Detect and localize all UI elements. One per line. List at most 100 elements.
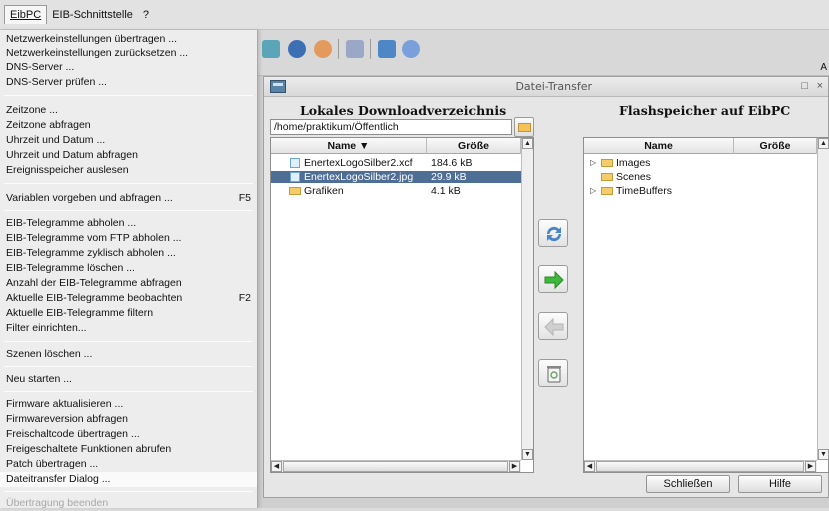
scroll-left-icon[interactable]: ◀ bbox=[584, 461, 595, 472]
menu-item-freigeschaltete-funktionen[interactable]: Freigeschaltete Funktionen abrufen bbox=[0, 442, 257, 457]
close-icon[interactable]: × bbox=[817, 80, 823, 92]
maximize-icon[interactable]: □ bbox=[801, 80, 808, 92]
info-icon[interactable] bbox=[288, 40, 306, 58]
menu-item-zeitzone[interactable]: Zeitzone ... bbox=[0, 103, 257, 118]
file-icon bbox=[290, 158, 300, 168]
list-item[interactable]: EnertexLogoSilber2.xcf 184.6 kB bbox=[271, 157, 521, 169]
tree-item[interactable]: ▷ Images bbox=[584, 157, 817, 169]
menu-item-netz-uebertragen[interactable]: Netzwerkeinstellungen übertragen ... bbox=[0, 32, 257, 47]
folder-name: Grafiken bbox=[304, 185, 344, 197]
transfer-right-button[interactable] bbox=[538, 265, 568, 293]
menu-item-label: Uhrzeit und Datum ... bbox=[6, 134, 106, 146]
column-header-name[interactable]: Name ▼ bbox=[271, 138, 427, 154]
tree-item[interactable]: ▷ TimeBuffers bbox=[584, 185, 817, 197]
menu-separator bbox=[4, 341, 253, 342]
folder-icon bbox=[289, 187, 301, 195]
menu-item-variablen[interactable]: Variablen vorgeben und abfragen ... F5 bbox=[0, 191, 257, 206]
menu-separator bbox=[4, 95, 253, 96]
refresh-button[interactable] bbox=[538, 219, 568, 247]
scroll-left-icon[interactable]: ◀ bbox=[271, 461, 282, 472]
scroll-thumb[interactable] bbox=[283, 461, 508, 472]
local-list-header: Name ▼ Größe bbox=[271, 138, 521, 154]
folder-open-icon bbox=[518, 123, 531, 132]
menu-item-filter-einrichten[interactable]: Filter einrichten... bbox=[0, 321, 257, 336]
menu-item-zeitzone-abfragen[interactable]: Zeitzone abfragen bbox=[0, 118, 257, 133]
menu-item-telegramme-beobachten[interactable]: Aktuelle EIB-Telegramme beobachten F2 bbox=[0, 291, 257, 306]
menu-item-telegramme-loeschen[interactable]: EIB-Telegramme löschen ... bbox=[0, 261, 257, 276]
menu-item-neu-starten[interactable]: Neu starten ... bbox=[0, 372, 257, 387]
dialog-titlebar[interactable]: Datei-Transfer □ × bbox=[264, 77, 828, 97]
menu-item-telegramme-filtern[interactable]: Aktuelle EIB-Telegramme filtern bbox=[0, 306, 257, 321]
scroll-down-icon[interactable]: ▼ bbox=[818, 449, 829, 460]
settings-icon[interactable] bbox=[314, 40, 332, 58]
list-item[interactable]: Grafiken 4.1 kB bbox=[271, 185, 521, 197]
scroll-right-icon[interactable]: ▶ bbox=[805, 461, 816, 472]
column-header-size[interactable]: Größe bbox=[734, 138, 817, 154]
scroll-right-icon[interactable]: ▶ bbox=[509, 461, 520, 472]
menu-item-netz-zuruecksetzen[interactable]: Netzwerkeinstellungen zurücksetzen ... bbox=[0, 46, 257, 61]
expand-icon[interactable]: ▷ bbox=[590, 157, 596, 169]
expand-icon[interactable]: ▷ bbox=[590, 185, 596, 197]
help-button[interactable]: Hilfe bbox=[738, 475, 822, 493]
column-header-name[interactable]: Name bbox=[584, 138, 734, 154]
help-icon[interactable] bbox=[402, 40, 420, 58]
local-path-input[interactable]: /home/praktikum/Öffentlich bbox=[270, 119, 512, 135]
menu-item-telegramme-anzahl[interactable]: Anzahl der EIB-Telegramme abfragen bbox=[0, 276, 257, 291]
menu-item-ereignisspeicher[interactable]: Ereignisspeicher auslesen bbox=[0, 163, 257, 178]
menu-item-telegramme-ftp[interactable]: EIB-Telegramme vom FTP abholen ... bbox=[0, 231, 257, 246]
menu-item-label: Zeitzone ... bbox=[6, 104, 58, 116]
remote-pane-title: Flashspeicher auf EibPC bbox=[619, 103, 791, 118]
menu-item-telegramme-abholen[interactable]: EIB-Telegramme abholen ... bbox=[0, 216, 257, 231]
menu-item-szenen-loeschen[interactable]: Szenen löschen ... bbox=[0, 347, 257, 362]
folder-name: Scenes bbox=[616, 171, 652, 183]
menu-item-firmwareversion[interactable]: Firmwareversion abfragen bbox=[0, 412, 257, 427]
transfer-left-button bbox=[538, 312, 568, 340]
menu-item-label: Firmwareversion abfragen bbox=[6, 413, 128, 425]
menu-eibpc-label: EibPC bbox=[10, 9, 42, 21]
menu-shortcut: F5 bbox=[238, 192, 251, 204]
file-name: EnertexLogoSilber2.jpg bbox=[304, 171, 414, 183]
close-button[interactable]: Schließen bbox=[646, 475, 730, 493]
menu-item-label: Uhrzeit und Datum abfragen bbox=[6, 149, 138, 161]
menu-item-label: Dateitransfer Dialog ... bbox=[6, 473, 111, 485]
menu-item-freischaltcode[interactable]: Freischaltcode übertragen ... bbox=[0, 427, 257, 442]
file-size: 184.6 kB bbox=[431, 157, 473, 169]
remote-horizontal-scrollbar[interactable]: ◀ ▶ bbox=[584, 460, 817, 472]
menu-item-dns-pruefen[interactable]: DNS-Server prüfen ... bbox=[0, 75, 257, 90]
menu-item-uebertragung-beenden: Übertragung beenden bbox=[0, 496, 257, 511]
menu-item-label: Übertragung beenden bbox=[6, 497, 109, 509]
menu-item-patch[interactable]: Patch übertragen ... bbox=[0, 457, 257, 472]
scroll-down-icon[interactable]: ▼ bbox=[522, 449, 533, 460]
delete-button[interactable] bbox=[538, 359, 568, 387]
menu-item-uhrzeit[interactable]: Uhrzeit und Datum ... bbox=[0, 133, 257, 148]
tree-item[interactable]: Scenes bbox=[584, 171, 817, 183]
menu-separator bbox=[4, 391, 253, 392]
menu-item-dns-server[interactable]: DNS-Server ... bbox=[0, 60, 257, 75]
menu-eibpc[interactable]: EibPC bbox=[4, 5, 48, 24]
background-label: A bbox=[820, 62, 827, 73]
scroll-up-icon[interactable]: ▲ bbox=[522, 138, 533, 149]
menu-item-uhrzeit-abfragen[interactable]: Uhrzeit und Datum abfragen bbox=[0, 148, 257, 163]
scroll-thumb[interactable] bbox=[596, 461, 804, 472]
arrow-left-icon bbox=[544, 317, 564, 337]
browse-folder-button[interactable] bbox=[514, 117, 534, 137]
menu-item-dateitransfer[interactable]: Dateitransfer Dialog ... bbox=[0, 472, 257, 487]
local-file-list[interactable]: Name ▼ Größe EnertexLogoSilber2.xcf 184.… bbox=[270, 137, 534, 473]
local-horizontal-scrollbar[interactable]: ◀ ▶ bbox=[271, 460, 521, 472]
remote-list-header: Name Größe bbox=[584, 138, 817, 154]
local-vertical-scrollbar[interactable]: ▲ ▼ bbox=[521, 138, 533, 460]
menu-item-firmware-aktualisieren[interactable]: Firmware aktualisieren ... bbox=[0, 397, 257, 412]
remote-vertical-scrollbar[interactable]: ▲ ▼ bbox=[817, 138, 829, 460]
menu-eib-schnittstelle[interactable]: EIB-Schnittstelle bbox=[47, 6, 138, 24]
menu-item-label: EIB-Telegramme zyklisch abholen ... bbox=[6, 247, 176, 259]
remote-file-list[interactable]: Name Größe ▷ Images Scenes ▷ TimeBuffers… bbox=[583, 137, 829, 473]
column-header-size[interactable]: Größe bbox=[427, 138, 521, 154]
tool-icon[interactable] bbox=[346, 40, 364, 58]
folder-icon bbox=[601, 159, 613, 167]
connect-icon[interactable] bbox=[262, 40, 280, 58]
scroll-up-icon[interactable]: ▲ bbox=[818, 138, 829, 149]
download-icon[interactable] bbox=[378, 40, 396, 58]
list-item-selected[interactable]: EnertexLogoSilber2.jpg 29.9 kB bbox=[271, 171, 521, 183]
menu-help[interactable]: ? bbox=[138, 6, 154, 24]
menu-item-telegramme-zyklisch[interactable]: EIB-Telegramme zyklisch abholen ... bbox=[0, 246, 257, 261]
